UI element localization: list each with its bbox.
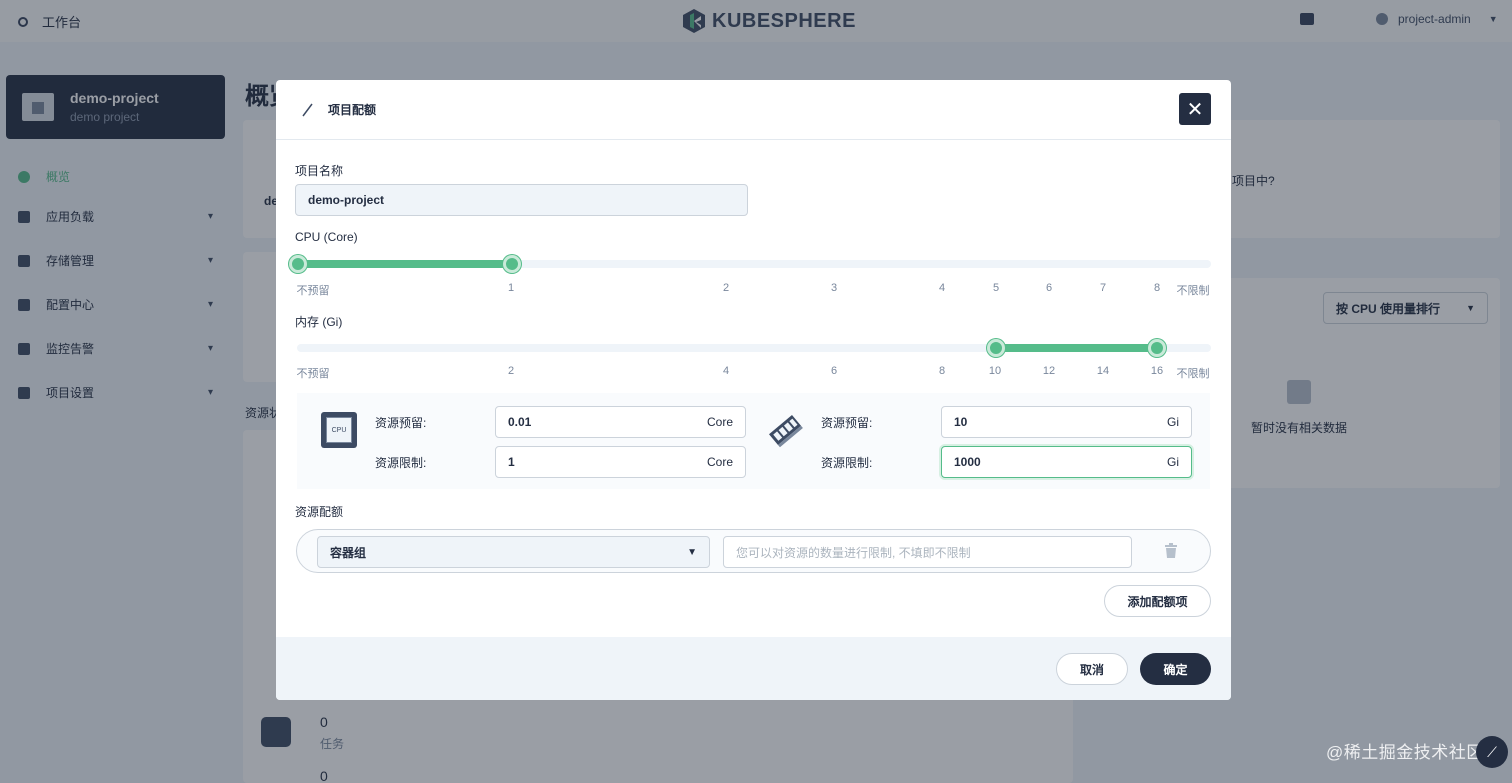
memory-limit-label: 资源限制:: [821, 456, 873, 470]
add-quota-item-label: 添加配额项: [1127, 594, 1188, 609]
cpu-limit-unit: Core: [706, 455, 733, 469]
modal-footer: 取消 确定: [276, 637, 1231, 700]
quota-resource-select[interactable]: 容器组 ▼: [317, 536, 710, 568]
memory-limit-unit: Gi: [1167, 455, 1179, 469]
cpu-tick: 1: [507, 282, 515, 294]
memory-limit-value: 1000: [954, 455, 981, 469]
memory-slider-range: [996, 344, 1158, 352]
project-name-value: demo-project: [308, 193, 385, 207]
memory-tick: 4: [722, 365, 730, 377]
memory-slider-label: 内存 (Gi): [295, 315, 343, 329]
cpu-limit-label: 资源限制:: [375, 456, 427, 470]
cpu-tick: 7: [1099, 282, 1107, 294]
confirm-label: 确定: [1163, 662, 1188, 677]
memory-request-unit: Gi: [1167, 415, 1179, 429]
memory-tick: 不限制: [1176, 368, 1210, 380]
cpu-request-handle[interactable]: [289, 255, 307, 273]
confirm-button[interactable]: 确定: [1140, 653, 1211, 685]
memory-tick: 14: [1096, 365, 1110, 377]
memory-request-handle[interactable]: [987, 339, 1006, 357]
modal-title: 项目配额: [328, 103, 377, 117]
quota-limit-input[interactable]: 您可以对资源的数量进行限制, 不填即不限制: [723, 536, 1132, 568]
modal-header: 项目配额 ✕: [276, 80, 1231, 140]
memory-tick: 12: [1042, 365, 1056, 377]
chevron-down-icon: ▼: [687, 546, 697, 558]
cpu-tick: 8: [1153, 282, 1161, 294]
quota-resource-value: 容器组: [330, 545, 367, 560]
memory-ram-icon: [769, 414, 803, 448]
cpu-slider-track[interactable]: [297, 260, 1211, 268]
quota-limit-placeholder: 您可以对资源的数量进行限制, 不填即不限制: [736, 545, 971, 560]
memory-limit-input[interactable]: 1000 Gi: [941, 446, 1192, 478]
memory-request-label: 资源预留:: [821, 416, 873, 430]
cpu-slider-range: [297, 260, 512, 268]
memory-tick: 8: [938, 365, 946, 377]
cpu-request-label: 资源预留:: [375, 416, 427, 430]
pen-icon: [302, 103, 313, 116]
cpu-tick: 3: [830, 282, 838, 294]
memory-slider-track[interactable]: [297, 344, 1211, 352]
resource-quota-label: 资源配额: [295, 505, 344, 519]
close-button[interactable]: ✕: [1179, 93, 1211, 125]
cancel-label: 取消: [1079, 662, 1104, 677]
memory-request-input[interactable]: 10 Gi: [941, 406, 1192, 438]
cpu-request-value: 0.01: [508, 415, 532, 429]
cpu-limit-value: 1: [508, 455, 515, 469]
watermark: @稀土掘金技术社区: [1326, 743, 1484, 762]
memory-request-value: 10: [954, 415, 968, 429]
cpu-chip-inner: CPU: [326, 417, 352, 443]
memory-tick: 10: [988, 365, 1002, 377]
cpu-limit-handle[interactable]: [502, 255, 521, 273]
memory-tick: 16: [1150, 365, 1164, 377]
project-quota-modal: 项目配额 ✕ 项目名称 demo-project CPU (Core) 不预留 …: [276, 80, 1231, 700]
cpu-limit-input[interactable]: 1 Core: [495, 446, 746, 478]
edit-float-icon[interactable]: ⟋: [1476, 736, 1508, 768]
cpu-request-unit: Core: [706, 415, 733, 429]
trash-icon[interactable]: [1164, 543, 1178, 559]
project-name-field: demo-project: [295, 184, 748, 216]
close-icon: ✕: [1186, 98, 1204, 121]
memory-tick: 不预留: [296, 368, 330, 380]
project-name-label: 项目名称: [295, 164, 344, 178]
memory-tick: 2: [507, 365, 515, 377]
cpu-tick: 5: [992, 282, 1000, 294]
cpu-request-input[interactable]: 0.01 Core: [495, 406, 746, 438]
memory-tick: 6: [830, 365, 838, 377]
memory-limit-handle[interactable]: [1148, 339, 1167, 357]
cpu-tick: 不预留: [296, 285, 330, 297]
cpu-tick: 6: [1045, 282, 1053, 294]
cpu-tick: 2: [722, 282, 730, 294]
cpu-slider-label: CPU (Core): [295, 230, 358, 244]
cpu-tick: 不限制: [1176, 285, 1210, 297]
cpu-chip-icon: CPU: [321, 412, 357, 448]
quota-item-row: 容器组 ▼ 您可以对资源的数量进行限制, 不填即不限制: [296, 529, 1211, 573]
cancel-button[interactable]: 取消: [1056, 653, 1128, 685]
cpu-tick: 4: [938, 282, 946, 294]
add-quota-item-button[interactable]: 添加配额项: [1104, 585, 1211, 617]
